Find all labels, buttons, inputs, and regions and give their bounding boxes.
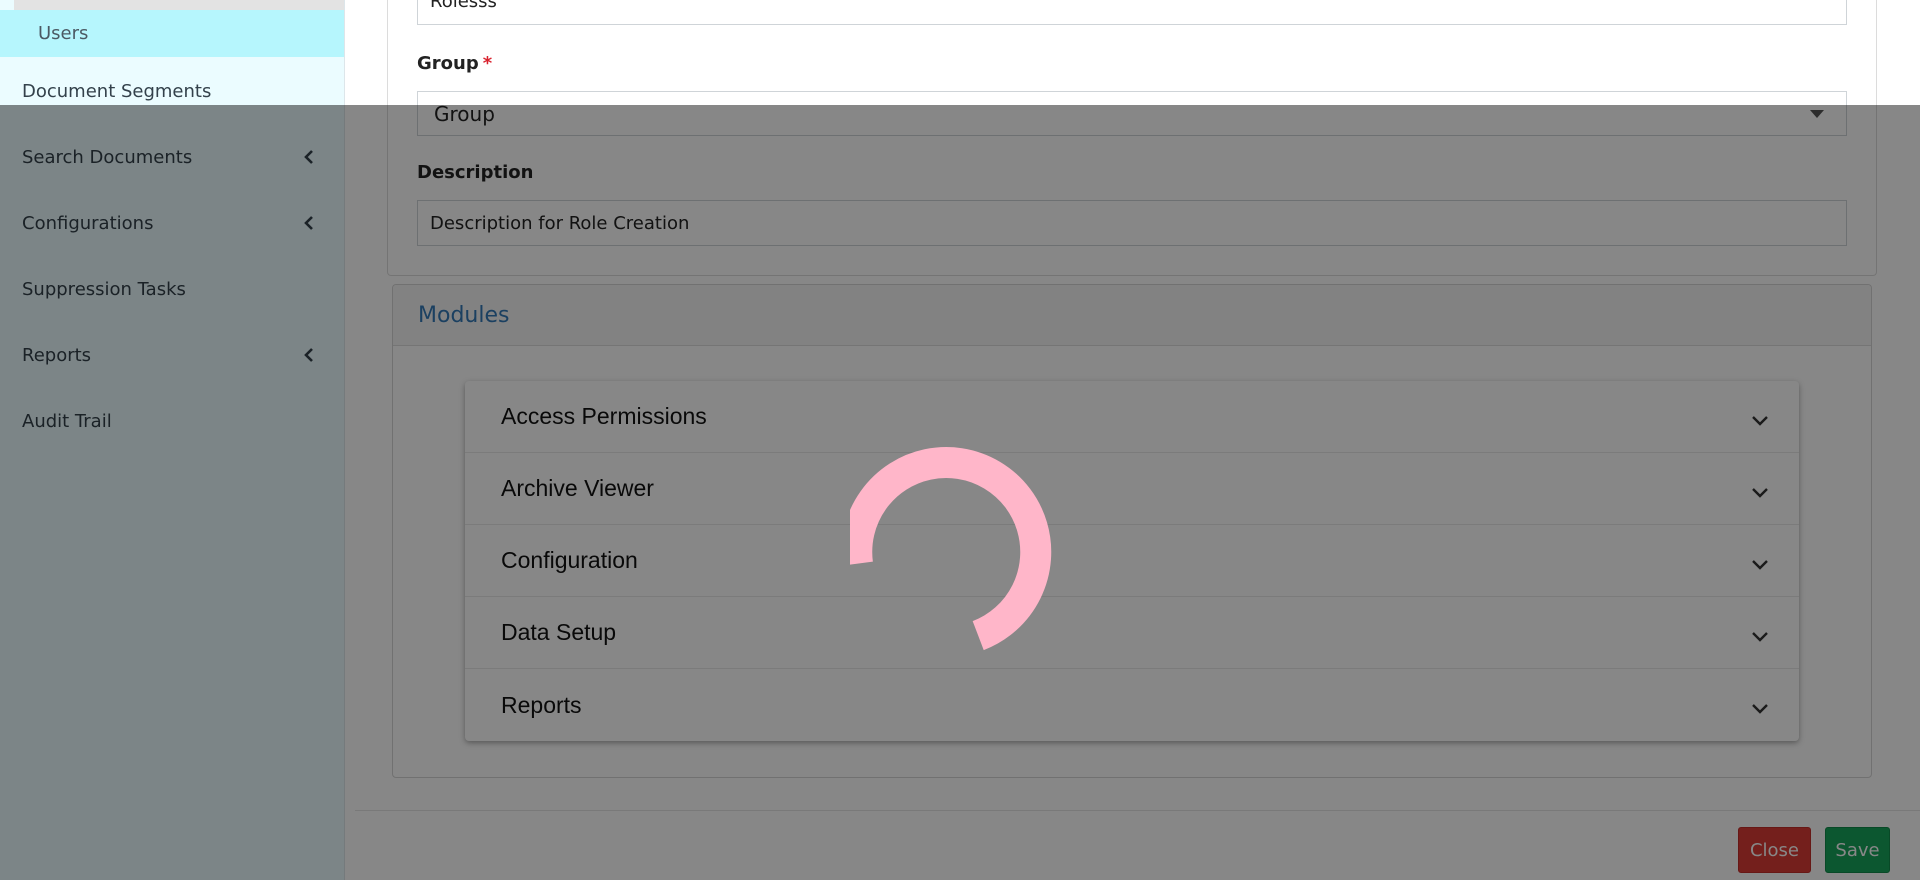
group-label-text: Group xyxy=(417,53,479,74)
role-name-value: Rolesss xyxy=(430,0,497,12)
sidebar-item-users[interactable]: Users xyxy=(0,10,344,57)
required-marker: * xyxy=(482,53,493,74)
loading-spinner-icon xyxy=(850,447,1052,651)
role-name-input[interactable]: Rolesss xyxy=(417,0,1847,25)
group-label: Group * xyxy=(417,53,492,74)
sidebar-item-label: Users xyxy=(38,23,89,44)
sidebar-item-label: Document Segments xyxy=(22,80,212,102)
